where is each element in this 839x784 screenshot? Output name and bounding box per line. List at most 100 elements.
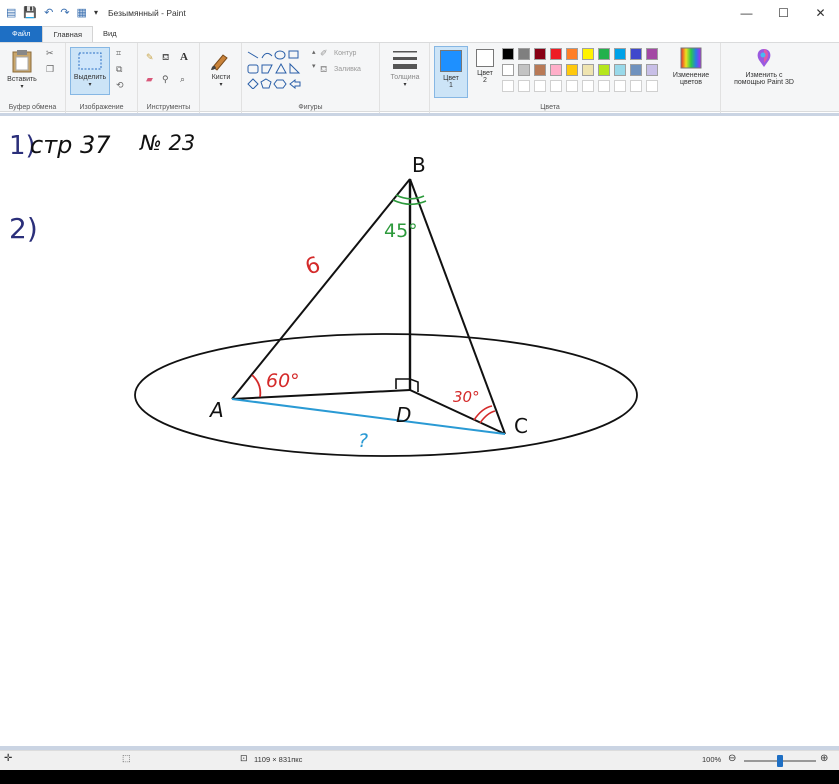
palette-swatch[interactable] — [582, 64, 594, 76]
palette-swatch[interactable] — [646, 64, 658, 76]
minimize-button[interactable]: — — [728, 0, 765, 26]
vertex-label-B: B — [412, 153, 426, 177]
clipboard-group: Вставить ▾ ✂ ❐ Буфер обмена — [0, 43, 66, 113]
palette-swatch[interactable] — [518, 48, 530, 60]
custom-color-slot[interactable] — [598, 80, 610, 92]
fill-label[interactable]: Заливка — [334, 66, 361, 73]
edge-AB — [231, 178, 411, 400]
color2-swatch — [476, 49, 494, 67]
undo-icon[interactable]: ↶ — [44, 7, 53, 19]
brushes-group: Кисти ▾ — [200, 43, 242, 113]
edit-colors-button[interactable]: Изменение цветов — [664, 47, 718, 86]
custom-color-slot[interactable] — [646, 80, 658, 92]
zoom-in-icon[interactable]: ⊕ — [820, 753, 828, 764]
custom-color-slot[interactable] — [550, 80, 562, 92]
color-picker-icon[interactable]: ⚲ — [162, 75, 169, 84]
eraser-icon[interactable]: ▰ — [146, 75, 153, 84]
palette-swatch[interactable] — [566, 64, 578, 76]
brushes-button[interactable]: Кисти ▾ — [204, 49, 238, 88]
palette-swatch[interactable] — [534, 48, 546, 60]
palette-swatch[interactable] — [502, 48, 514, 60]
size-button[interactable]: Толщина ▾ — [386, 49, 424, 88]
palette-swatch[interactable] — [614, 48, 626, 60]
zoom-slider-track[interactable] — [744, 755, 816, 767]
pencil-icon[interactable]: ✎ — [146, 53, 154, 62]
document-icon[interactable]: ▦ — [77, 7, 87, 19]
drawing-svg: 1) стр 37 № 23 2) B A C D 6 60° 45° 30° … — [9, 131, 638, 457]
paint3d-button[interactable]: Изменить с помощью Paint 3D — [723, 47, 805, 86]
color1-num: 1 — [449, 82, 453, 89]
palette-swatch[interactable] — [630, 48, 642, 60]
outline-icon[interactable]: ✐ — [320, 49, 328, 58]
palette-swatch[interactable] — [550, 64, 562, 76]
tab-home[interactable]: Главная — [42, 26, 93, 42]
redo-icon[interactable]: ↷ — [60, 7, 69, 19]
edit-colors-line1: Изменение — [672, 72, 710, 79]
shapes-scroll-down-icon[interactable]: ▾ — [312, 63, 316, 70]
angle-B-value: 45° — [384, 220, 418, 242]
custom-color-slot[interactable] — [502, 80, 514, 92]
shapes-scroll-icon[interactable]: ▴ — [312, 49, 316, 56]
zoom-slider-thumb[interactable] — [777, 755, 783, 767]
clipboard-group-label: Буфер обмена — [8, 104, 57, 111]
custom-color-slot[interactable] — [534, 80, 546, 92]
copy-icon[interactable]: ❐ — [46, 65, 54, 74]
palette-swatch[interactable] — [630, 64, 642, 76]
paste-label: Вставить — [7, 76, 37, 83]
text-tool-icon[interactable]: A — [180, 52, 188, 63]
custom-color-slot[interactable] — [566, 80, 578, 92]
zoom-out-icon[interactable]: ⊖ — [728, 753, 736, 764]
drawing-canvas[interactable]: 1) стр 37 № 23 2) B A C D 6 60° 45° 30° … — [0, 116, 839, 746]
outline-label[interactable]: Контур — [334, 50, 356, 57]
palette-swatch[interactable] — [566, 48, 578, 60]
palette-swatch[interactable] — [502, 64, 514, 76]
palette-swatch[interactable] — [534, 64, 546, 76]
select-chevron-icon: ▾ — [88, 82, 92, 88]
select-label: Выделить — [73, 74, 107, 81]
customize-chevron-icon[interactable]: ▾ — [94, 9, 98, 17]
tab-file[interactable]: Файл — [0, 26, 43, 42]
close-button[interactable]: ✕ — [802, 0, 839, 26]
window-controls: — ☐ ✕ — [728, 0, 839, 26]
custom-color-slot[interactable] — [630, 80, 642, 92]
paste-button[interactable]: Вставить ▾ — [4, 49, 40, 90]
crop-icon[interactable]: ⌗ — [116, 49, 121, 58]
custom-color-slot[interactable] — [582, 80, 594, 92]
color1-swatch — [440, 50, 462, 72]
tab-view[interactable]: Вид — [93, 26, 127, 42]
window-title: Безымянный - Paint — [107, 8, 186, 18]
select-rectangle-icon — [78, 52, 102, 70]
palette-swatch[interactable] — [598, 64, 610, 76]
resize-icon[interactable]: ⧉ — [116, 65, 122, 74]
shapes-group-label: Фигуры — [298, 104, 323, 111]
select-button[interactable]: Выделить ▾ — [70, 47, 110, 95]
palette-swatch[interactable] — [582, 48, 594, 60]
maximize-button[interactable]: ☐ — [765, 0, 802, 26]
side-AB-length: 6 — [302, 252, 324, 280]
edit-colors-line2: цветов — [679, 79, 703, 86]
edit-colors-icon — [680, 47, 702, 69]
rotate-icon[interactable]: ⟲ — [116, 81, 124, 90]
magnifier-icon[interactable]: ⌕ — [180, 75, 185, 84]
angle-A-arc — [251, 374, 262, 398]
vertex-label-A: A — [208, 398, 224, 422]
custom-color-slot[interactable] — [614, 80, 626, 92]
palette-swatch[interactable] — [614, 64, 626, 76]
size-chevron-icon: ▾ — [403, 82, 407, 88]
colors-group-label: Цвета — [540, 104, 560, 111]
color1-button[interactable]: Цвет 1 — [434, 46, 468, 98]
size-group: Толщина ▾ — [380, 43, 430, 113]
color2-num: 2 — [483, 77, 487, 84]
custom-color-slot[interactable] — [518, 80, 530, 92]
palette-swatch[interactable] — [598, 48, 610, 60]
shapes-gallery-icon[interactable] — [246, 49, 310, 89]
palette-swatch[interactable] — [646, 48, 658, 60]
cut-icon[interactable]: ✂ — [46, 49, 54, 58]
palette-swatch[interactable] — [550, 48, 562, 60]
palette-swatch[interactable] — [518, 64, 530, 76]
fill-bucket-icon[interactable]: ⛾ — [162, 53, 169, 62]
fill-icon[interactable]: ⛾ — [320, 65, 327, 74]
quick-access-toolbar: ▤ 💾 ↶ ↷ ▦ ▾ — [0, 7, 98, 19]
color2-button[interactable]: Цвет 2 — [470, 49, 500, 84]
save-icon[interactable]: 💾 — [23, 7, 37, 19]
